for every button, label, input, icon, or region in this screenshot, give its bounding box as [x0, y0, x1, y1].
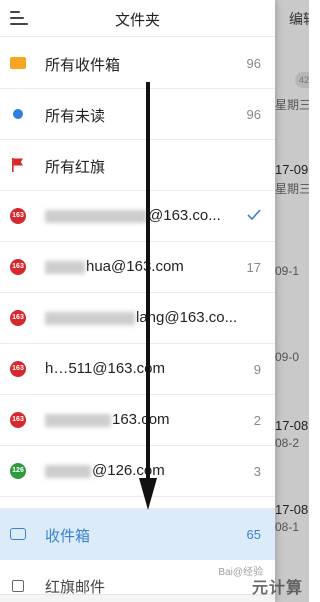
unread-dot-icon	[13, 109, 23, 119]
netease-163-icon: 163	[10, 361, 26, 377]
folder-all-unread[interactable]: 所有未读 96	[0, 89, 275, 140]
redacted-text	[45, 260, 85, 274]
checkbox-icon	[12, 580, 24, 592]
section-divider	[0, 497, 275, 509]
inbox-tray-icon	[10, 528, 26, 540]
folder-label: 收件箱	[45, 528, 91, 545]
account-item[interactable]: 163 @163.co...	[0, 191, 275, 242]
unread-count: 3	[253, 464, 261, 479]
account-email: 163.com	[45, 411, 170, 428]
red-flag-icon	[12, 158, 23, 172]
redacted-text	[45, 311, 135, 325]
bg-date: 08-1	[275, 520, 300, 534]
folder-label: 所有收件箱	[45, 57, 121, 74]
redacted-text	[45, 413, 111, 427]
unread-count: 65	[246, 527, 261, 542]
account-email: hua@163.com	[45, 258, 184, 275]
bottom-bar	[0, 594, 275, 602]
bg-date: 17-09.	[275, 162, 309, 177]
account-item[interactable]: 163 hua@163.com 17	[0, 242, 275, 293]
netease-163-icon: 163	[10, 412, 26, 428]
page-title: 文件夹	[114, 12, 160, 29]
account-item[interactable]: 163 lang@163.co...	[0, 293, 275, 344]
account-email: @163.co...	[45, 207, 221, 224]
edit-button[interactable]: 编辑	[289, 9, 309, 29]
netease-126-icon: 126	[10, 463, 26, 479]
bg-date: 星期三	[275, 98, 309, 112]
bg-date: 星期三	[275, 182, 309, 196]
redacted-text	[45, 209, 147, 223]
netease-163-icon: 163	[10, 259, 26, 275]
bg-date: 09-0	[275, 350, 300, 364]
redacted-text	[45, 464, 91, 478]
folder-inbox[interactable]: 收件箱 65	[0, 509, 275, 560]
unread-count: 96	[246, 107, 261, 122]
netease-163-icon: 163	[10, 208, 26, 224]
background-mail-list: 编辑 42 星期三 17-09. 星期三 09-1 09-0 17-08. 08…	[275, 0, 309, 602]
folder-all-inbox[interactable]: 所有收件箱 96	[0, 38, 275, 89]
bg-date: 09-1	[275, 264, 300, 278]
watermark: 元计算	[251, 580, 303, 597]
unread-count: 2	[253, 413, 261, 428]
bg-date: 17-08.	[275, 502, 309, 517]
account-item[interactable]: 126 @126.com 3	[0, 446, 275, 497]
unread-count: 17	[246, 260, 261, 275]
folder-all-flagged[interactable]: 所有红旗	[0, 140, 275, 191]
check-icon	[247, 209, 261, 221]
account-email: @126.com	[45, 462, 165, 479]
drawer-header: 文件夹	[0, 0, 275, 37]
account-item[interactable]: 163 h…511@163.com 9	[0, 344, 275, 395]
unread-count: 96	[246, 56, 261, 71]
folder-label: 所有红旗	[45, 159, 106, 176]
folder-drawer: 文件夹 所有收件箱 96 所有未读 96 所有红旗 163 @163.co...	[0, 0, 275, 602]
unread-count: 9	[253, 362, 261, 377]
unread-pill: 42	[295, 72, 309, 88]
account-item[interactable]: 163 163.com 2	[0, 395, 275, 446]
account-email: h…511@163.com	[45, 360, 166, 377]
account-email: lang@163.co...	[45, 309, 237, 326]
bg-date: 08-2	[275, 436, 300, 450]
netease-163-icon: 163	[10, 310, 26, 326]
folder-label: 所有未读	[45, 108, 106, 125]
inbox-all-icon	[10, 57, 26, 69]
bg-date: 17-08.	[275, 418, 309, 433]
folder-list: 所有收件箱 96 所有未读 96 所有红旗 163 @163.co... 163…	[0, 38, 275, 596]
